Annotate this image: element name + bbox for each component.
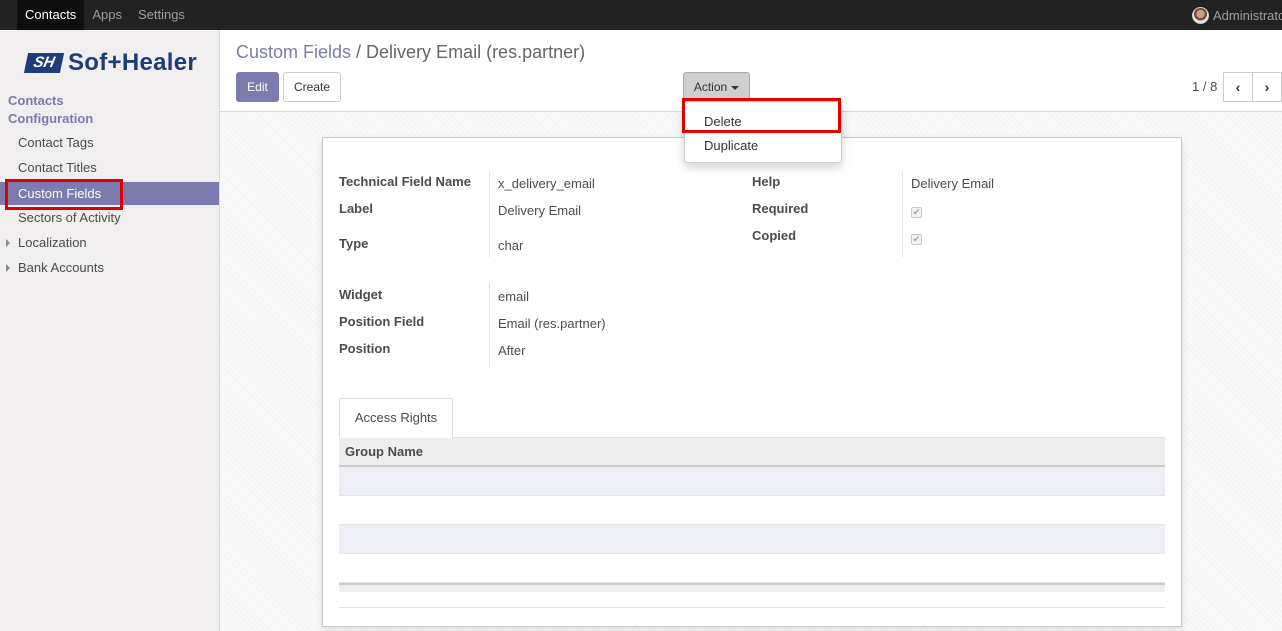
pager-next-button[interactable]: › — [1252, 72, 1282, 102]
column-header-group-name[interactable]: Group Name — [339, 438, 1165, 467]
divider — [489, 172, 490, 257]
breadcrumb-parent[interactable]: Custom Fields — [236, 42, 351, 63]
label-position: Position — [339, 341, 391, 356]
menu-settings[interactable]: Settings — [130, 0, 193, 30]
logo-text: Sof+Healer — [68, 49, 198, 76]
avatar — [1192, 7, 1209, 24]
caret-right-icon — [6, 239, 10, 247]
label-required: Required — [752, 201, 809, 216]
sidebar-item-sectors-of-activity[interactable]: Sectors of Activity — [0, 206, 219, 229]
pager-previous-button[interactable]: ‹ — [1223, 72, 1253, 102]
label-help: Help — [752, 174, 781, 189]
sidebar-section-contacts[interactable]: Contacts — [8, 93, 64, 108]
table-row — [339, 496, 1165, 525]
company-logo: SH Sof+Healer — [23, 49, 198, 76]
sidebar-item-localization[interactable]: Localization — [0, 231, 219, 254]
sidebar-item-custom-fields[interactable]: Custom Fields — [0, 182, 219, 205]
value-position-field: Email (res.partner) — [498, 316, 606, 331]
caret-down-icon — [731, 85, 740, 90]
divider — [902, 172, 903, 257]
label-label: Label — [339, 201, 373, 216]
divider — [489, 283, 490, 368]
required-checkbox: ✔ — [911, 207, 922, 218]
label-position-field: Position Field — [339, 314, 425, 329]
label-widget: Widget — [339, 287, 383, 302]
label-type: Type — [339, 236, 369, 251]
copied-checkbox: ✔ — [911, 234, 922, 245]
value-label: Delivery Email — [498, 203, 582, 218]
sidebar-item-bank-accounts[interactable]: Bank Accounts — [0, 256, 219, 279]
top-navbar: Contacts Apps Settings Administrato — [0, 0, 1282, 30]
action-dropdown-menu: Delete Duplicate — [684, 101, 842, 163]
breadcrumb: Custom Fields / Delivery Email (res.part… — [236, 42, 585, 63]
label-technical-field-name: Technical Field Name — [339, 174, 471, 189]
table-row — [339, 525, 1165, 554]
table-row — [339, 467, 1165, 496]
sidebar-section-configuration[interactable]: Configuration — [8, 111, 93, 126]
sidebar-item-contact-tags[interactable]: Contact Tags — [0, 131, 219, 154]
edit-button[interactable]: Edit — [236, 72, 279, 102]
menu-item-duplicate[interactable]: Duplicate — [704, 138, 758, 153]
user-name: Administrato — [1213, 8, 1282, 23]
divider — [339, 607, 1165, 608]
tab-access-rights[interactable]: Access Rights — [339, 398, 453, 438]
value-widget: email — [498, 289, 530, 304]
menu-apps[interactable]: Apps — [84, 0, 130, 30]
sidebar-item-label: Localization — [18, 235, 87, 250]
user-menu[interactable]: Administrato — [1192, 7, 1282, 24]
breadcrumb-separator: / — [356, 42, 362, 62]
sidebar-item-label: Bank Accounts — [18, 260, 104, 275]
pager-value: 1 / 8 — [1192, 79, 1218, 94]
logo-mark: SH — [23, 53, 65, 73]
sidebar-item-contact-titles[interactable]: Contact Titles — [0, 156, 219, 179]
label-copied: Copied — [752, 228, 797, 243]
table-row — [339, 554, 1165, 583]
value-technical-field-name: x_delivery_email — [498, 176, 595, 191]
create-button[interactable]: Create — [283, 72, 341, 102]
value-help: Delivery Email — [911, 176, 995, 191]
value-type: char — [498, 238, 524, 253]
menu-contacts[interactable]: Contacts — [17, 0, 85, 30]
action-button[interactable]: Action — [683, 72, 750, 102]
value-position: After — [498, 343, 526, 358]
table-footer — [339, 583, 1165, 592]
menu-item-delete[interactable]: Delete — [704, 114, 742, 129]
action-label: Action — [693, 80, 728, 94]
app-menu: Contacts Apps Settings — [17, 0, 193, 30]
breadcrumb-current: Delivery Email (res.partner) — [366, 42, 586, 62]
caret-right-icon — [6, 264, 10, 272]
